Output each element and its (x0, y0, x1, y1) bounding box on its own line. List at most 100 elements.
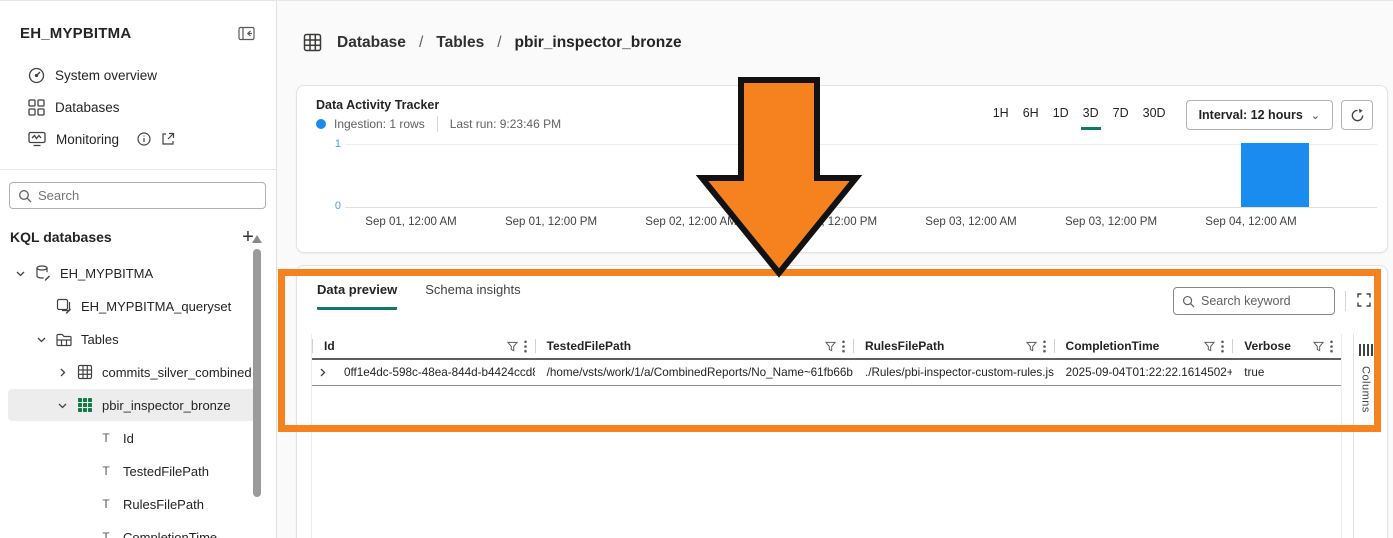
refresh-button[interactable] (1341, 100, 1373, 130)
kebab-menu-icon[interactable] (842, 340, 845, 353)
chevron-down-icon[interactable] (56, 400, 68, 411)
main-area: Database / Tables / pbir_inspector_bronz… (277, 1, 1393, 538)
sidebar-item-databases[interactable]: Databases (0, 91, 276, 123)
time-range-group: 1H 6H 1D 3D 7D 30D (991, 100, 1168, 130)
filter-icon[interactable] (507, 341, 518, 352)
range-button-1h[interactable]: 1H (991, 100, 1011, 130)
column-header-label: RulesFilePath (865, 339, 944, 353)
external-link-icon[interactable] (161, 132, 175, 146)
nav-label: System overview (55, 68, 157, 83)
tab-schema-insights[interactable]: Schema insights (425, 282, 520, 310)
x-axis-label: Sep 03, 12:00 PM (1049, 216, 1173, 228)
column-header-testedfilepath[interactable]: TestedFilePath (535, 334, 853, 358)
cell-testedfilepath: /home/vsts/work/1/a/CombinedReports/No_N… (535, 366, 853, 379)
column-header-completiontime[interactable]: CompletionTime (1054, 334, 1233, 358)
column-header-label: Id (324, 339, 335, 353)
keyword-search-input[interactable] (1201, 294, 1326, 308)
divider (0, 169, 276, 170)
range-button-6h[interactable]: 6H (1021, 100, 1041, 130)
sidebar-item-monitoring[interactable]: Monitoring (0, 123, 276, 155)
y-axis-tick-0: 0 (315, 200, 341, 212)
table-row[interactable]: 0ff1e4dc-598c-48ea-844d-b4424ccd8c87/hom… (312, 360, 1341, 386)
x-axis-line (345, 207, 1377, 208)
sidebar-search[interactable] (9, 182, 266, 209)
tree-item-label: Tables (81, 332, 119, 347)
breadcrumb-separator: / (419, 34, 423, 52)
filter-icon[interactable] (1204, 341, 1215, 352)
gridline-1 (345, 144, 1377, 145)
tree-item-completiontime[interactable]: TCompletionTime (8, 521, 260, 538)
interval-dropdown[interactable]: Interval: 12 hours ⌄ (1186, 100, 1333, 130)
filter-icon[interactable] (1026, 341, 1037, 352)
tree-item-rulesfilepath[interactable]: TRulesFilePath (8, 488, 260, 520)
tables-icon (55, 332, 73, 347)
column-header-rulesfilepath[interactable]: RulesFilePath (853, 334, 1054, 358)
collapse-pane-icon[interactable] (234, 21, 258, 45)
chevron-down-icon[interactable] (14, 268, 26, 279)
divider (1345, 291, 1346, 311)
keyword-search-box[interactable] (1173, 287, 1335, 315)
x-axis-label: Sep 01, 12:00 PM (489, 216, 613, 228)
tree-item-eh_mypbitma[interactable]: EH_MYPBITMA (8, 257, 260, 289)
expand-fullscreen-icon[interactable] (1353, 289, 1375, 311)
breadcrumb-database[interactable]: Database (337, 34, 406, 52)
filter-icon[interactable] (825, 341, 836, 352)
tree-item-testedfilepath[interactable]: T TestedFilePath (8, 455, 260, 487)
tree-item-label: EH_MYPBITMA_queryset (81, 299, 231, 314)
tree-item-commits_silver_combined[interactable]: commits_silver_combined (8, 356, 260, 388)
y-axis-tick-1: 1 (315, 138, 341, 150)
sidebar-item-system-overview[interactable]: System overview (0, 59, 276, 91)
tree-item-label: TestedFilePath (123, 464, 209, 479)
x-axis-label: Sep 01, 12:00 AM (349, 216, 473, 228)
tree-item-id[interactable]: TId (8, 422, 260, 454)
tree-item-label: EH_MYPBITMA (60, 266, 153, 281)
data-activity-tracker-card: Data Activity Tracker Ingestion: 1 rows … (296, 85, 1388, 253)
info-icon[interactable] (137, 132, 151, 146)
breadcrumb: Database / Tables / pbir_inspector_bronz… (303, 33, 682, 52)
kebab-menu-icon[interactable] (1221, 340, 1224, 353)
chevron-down-icon[interactable] (35, 334, 47, 345)
row-expand-chevron-icon[interactable] (312, 367, 332, 378)
data-preview-card: Data preview Schema insights Id TestedFil… (296, 265, 1388, 538)
grid-header-row: Id TestedFilePath RulesFilePath Completi… (312, 334, 1341, 360)
eventhouse-title: EH_MYPBITMA (20, 25, 131, 42)
kebab-menu-icon[interactable] (1330, 340, 1333, 353)
tree-item-pbir_inspector_bronze[interactable]: pbir_inspector_bronze (8, 389, 260, 421)
columns-icon (1359, 344, 1373, 356)
breadcrumb-tables[interactable]: Tables (436, 34, 484, 52)
breadcrumb-current-table: pbir_inspector_bronze (515, 34, 682, 52)
scrollbar-thumb[interactable] (253, 249, 261, 497)
column-header-verbose[interactable]: Verbose (1232, 334, 1341, 358)
chevron-right-icon[interactable] (56, 367, 68, 378)
gauge-icon (28, 67, 45, 84)
tree-item-label: CompletionTime (123, 530, 217, 538)
tree-item-tables[interactable]: Tables (8, 323, 260, 355)
preview-tabs: Data preview Schema insights (317, 282, 521, 310)
string-type-icon: T (97, 464, 115, 478)
columns-side-panel[interactable]: Columns (1353, 334, 1377, 538)
data-grid: Id TestedFilePath RulesFilePath Completi… (311, 334, 1342, 538)
range-button-30d[interactable]: 30D (1141, 100, 1168, 130)
filter-icon[interactable] (1313, 341, 1324, 352)
chevron-down-icon: ⌄ (1311, 109, 1320, 122)
column-header-label: CompletionTime (1066, 339, 1160, 353)
breadcrumb-separator: / (497, 34, 501, 52)
column-header-id[interactable]: Id (312, 334, 535, 358)
search-input[interactable] (38, 188, 257, 203)
tree-item-label: pbir_inspector_bronze (102, 398, 231, 413)
scrollbar-up-arrow[interactable] (252, 235, 262, 243)
kebab-menu-icon[interactable] (1043, 340, 1046, 353)
range-button-7d[interactable]: 7D (1111, 100, 1131, 130)
table-icon (76, 364, 94, 380)
range-button-3d[interactable]: 3D (1081, 100, 1101, 130)
range-button-1d[interactable]: 1D (1051, 100, 1071, 130)
tree-item-label: commits_silver_combined (102, 365, 252, 380)
tree-item-eh_mypbitma_queryset[interactable]: EH_MYPBITMA_queryset (8, 290, 260, 322)
ingestion-bar[interactable] (1241, 143, 1309, 207)
ingestion-legend-label: Ingestion: 1 rows (334, 117, 425, 131)
tree-item-label: RulesFilePath (123, 497, 204, 512)
tab-data-preview[interactable]: Data preview (317, 282, 397, 310)
x-axis-label: Sep 02, 12:00 AM (629, 216, 753, 228)
kebab-menu-icon[interactable] (524, 340, 527, 353)
database-tree: EH_MYPBITMA EH_MYPBITMA_queryset Tables com… (0, 257, 276, 538)
